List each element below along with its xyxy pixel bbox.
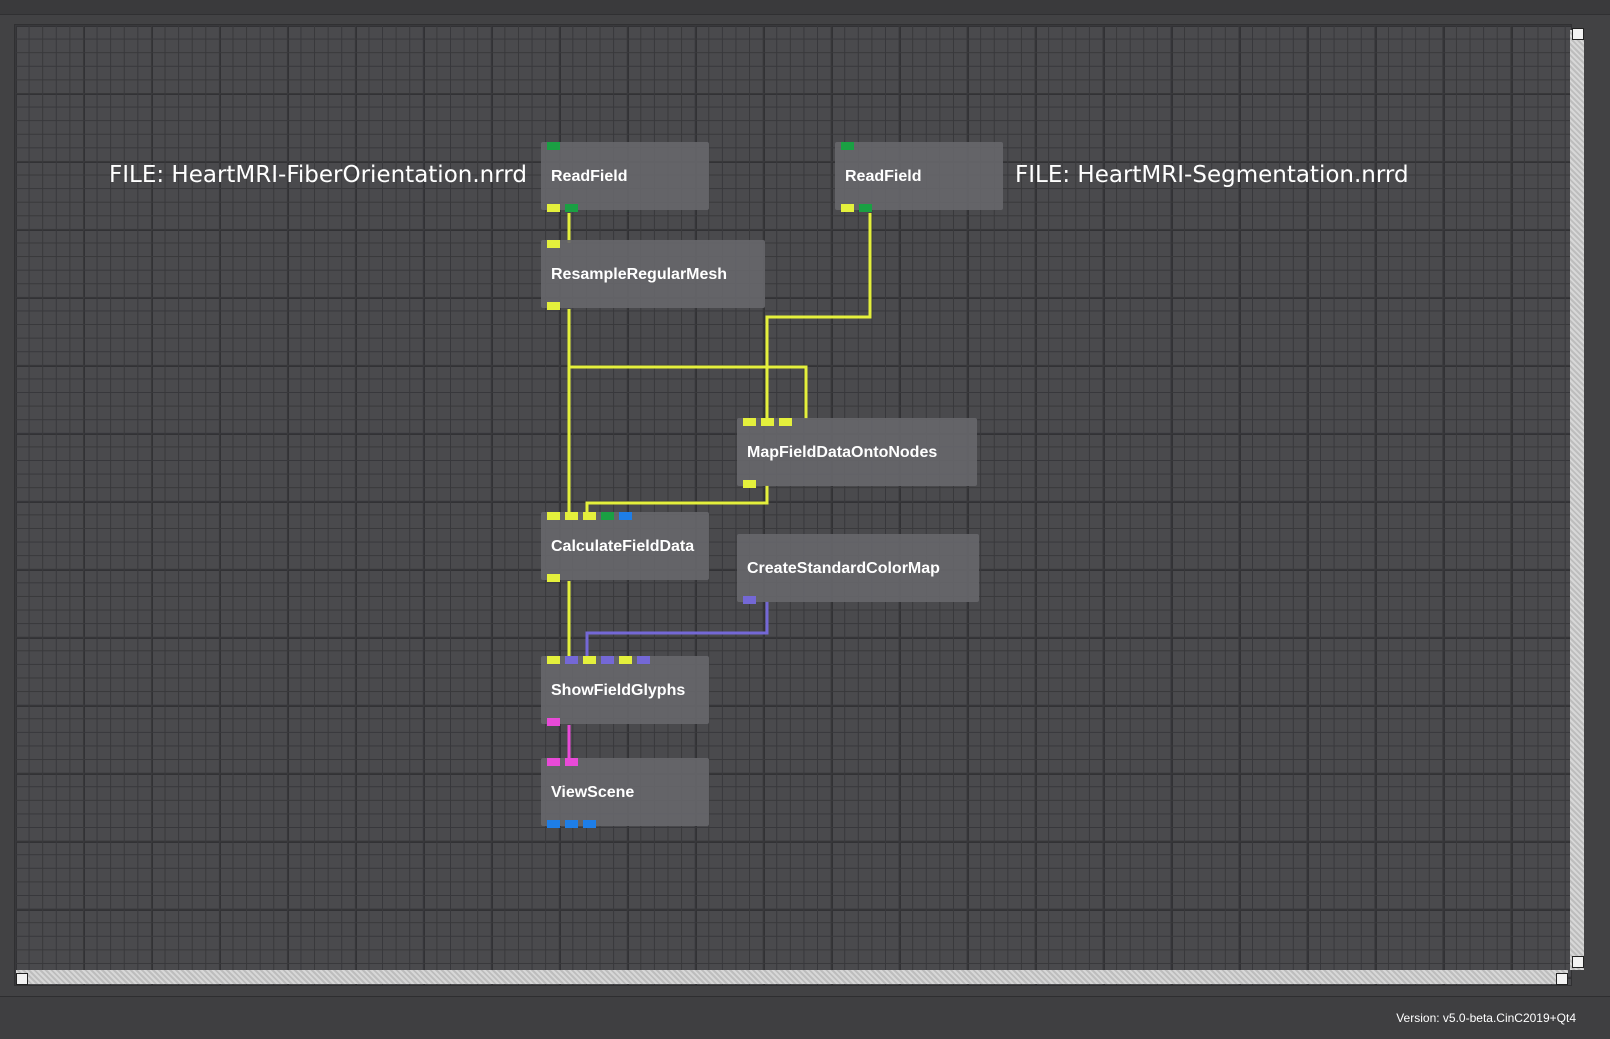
note-fiber-file: FILE: HeartMRI-FiberOrientation.nrrd xyxy=(109,162,527,188)
module-title: ResampleRegularMesh xyxy=(551,266,728,283)
module-create-standard-colormap[interactable]: CreateStandardColorMap xyxy=(737,534,979,604)
input-port-tertiary-data[interactable] xyxy=(619,656,632,664)
output-port-filename[interactable] xyxy=(565,204,578,212)
module-map-field-data-onto-nodes[interactable]: MapFieldDataOntoNodes xyxy=(737,418,977,488)
input-port-field-2[interactable] xyxy=(565,512,578,520)
module-title: ShowFieldGlyphs xyxy=(551,682,686,699)
input-port-source[interactable] xyxy=(743,418,756,426)
module-viewscene[interactable]: ViewScene xyxy=(541,758,709,828)
connection-mapfield-calculate xyxy=(585,485,769,515)
module-readfield-segmentation[interactable]: ReadField xyxy=(835,142,1003,212)
input-port-secondary-colormap[interactable] xyxy=(601,656,614,664)
input-port-matrix[interactable] xyxy=(619,512,632,520)
connection-colormap-glyphs xyxy=(585,601,769,659)
input-port-geometry-1[interactable] xyxy=(547,758,560,766)
output-port-colormap[interactable] xyxy=(743,596,756,604)
output-port-field[interactable] xyxy=(547,204,560,212)
input-port-secondary-data[interactable] xyxy=(583,656,596,664)
input-port-tertiary-colormap[interactable] xyxy=(637,656,650,664)
note-segmentation-file: FILE: HeartMRI-Segmentation.nrrd xyxy=(1015,162,1409,188)
module-readfield-fiber[interactable]: ReadField xyxy=(541,142,709,212)
input-port-function[interactable] xyxy=(601,512,614,520)
module-title: CreateStandardColorMap xyxy=(747,560,940,577)
output-port-matrix-1[interactable] xyxy=(547,820,560,828)
output-port-matrix-2[interactable] xyxy=(565,820,578,828)
output-port-field[interactable] xyxy=(841,204,854,212)
input-port-filename[interactable] xyxy=(547,142,560,150)
module-title: ViewScene xyxy=(551,784,635,801)
input-port-destination[interactable] xyxy=(779,418,792,426)
module-title: MapFieldDataOntoNodes xyxy=(747,444,938,461)
input-port-filename[interactable] xyxy=(841,142,854,150)
version-label: Version: v5.0-beta.CinC2019+Qt4 xyxy=(1396,1011,1576,1025)
input-port-primary-data[interactable] xyxy=(547,656,560,664)
output-port-geometry[interactable] xyxy=(547,718,560,726)
module-title: CalculateFieldData xyxy=(551,538,695,555)
output-port-field[interactable] xyxy=(547,574,560,582)
input-port-field-3[interactable] xyxy=(583,512,596,520)
output-port-filename[interactable] xyxy=(859,204,872,212)
module-title: ReadField xyxy=(551,168,628,185)
input-port-field[interactable] xyxy=(547,240,560,248)
network-canvas[interactable]: FILE: HeartMRI-FiberOrientation.nrrd FIL… xyxy=(14,24,1572,986)
output-port-field[interactable] xyxy=(547,302,560,310)
input-port-field-1[interactable] xyxy=(547,512,560,520)
scroll-corner-bottom-right-h xyxy=(1556,973,1568,985)
module-title: ReadField xyxy=(845,168,922,185)
horizontal-scrollbar[interactable] xyxy=(16,970,1568,984)
scroll-corner-bottom-left xyxy=(16,973,28,985)
connection-resample-mapfield xyxy=(567,309,808,419)
input-port-weights[interactable] xyxy=(761,418,774,426)
output-port-matrix-3[interactable] xyxy=(583,820,596,828)
module-calculate-field-data[interactable]: CalculateFieldData xyxy=(541,512,709,582)
top-toolbar xyxy=(0,0,1610,15)
input-port-geometry-2[interactable] xyxy=(565,758,578,766)
input-port-primary-colormap[interactable] xyxy=(565,656,578,664)
module-show-field-glyphs[interactable]: ShowFieldGlyphs xyxy=(541,656,709,726)
status-bar: Version: v5.0-beta.CinC2019+Qt4 xyxy=(0,996,1610,1039)
scroll-corner-bottom-right xyxy=(1572,956,1584,968)
output-port-field[interactable] xyxy=(743,480,756,488)
vertical-scrollbar[interactable] xyxy=(1570,30,1584,970)
scroll-corner-top-right xyxy=(1572,28,1584,40)
module-resample-regular-mesh[interactable]: ResampleRegularMesh xyxy=(541,240,765,310)
connection-readfield2-mapfield xyxy=(765,213,872,419)
